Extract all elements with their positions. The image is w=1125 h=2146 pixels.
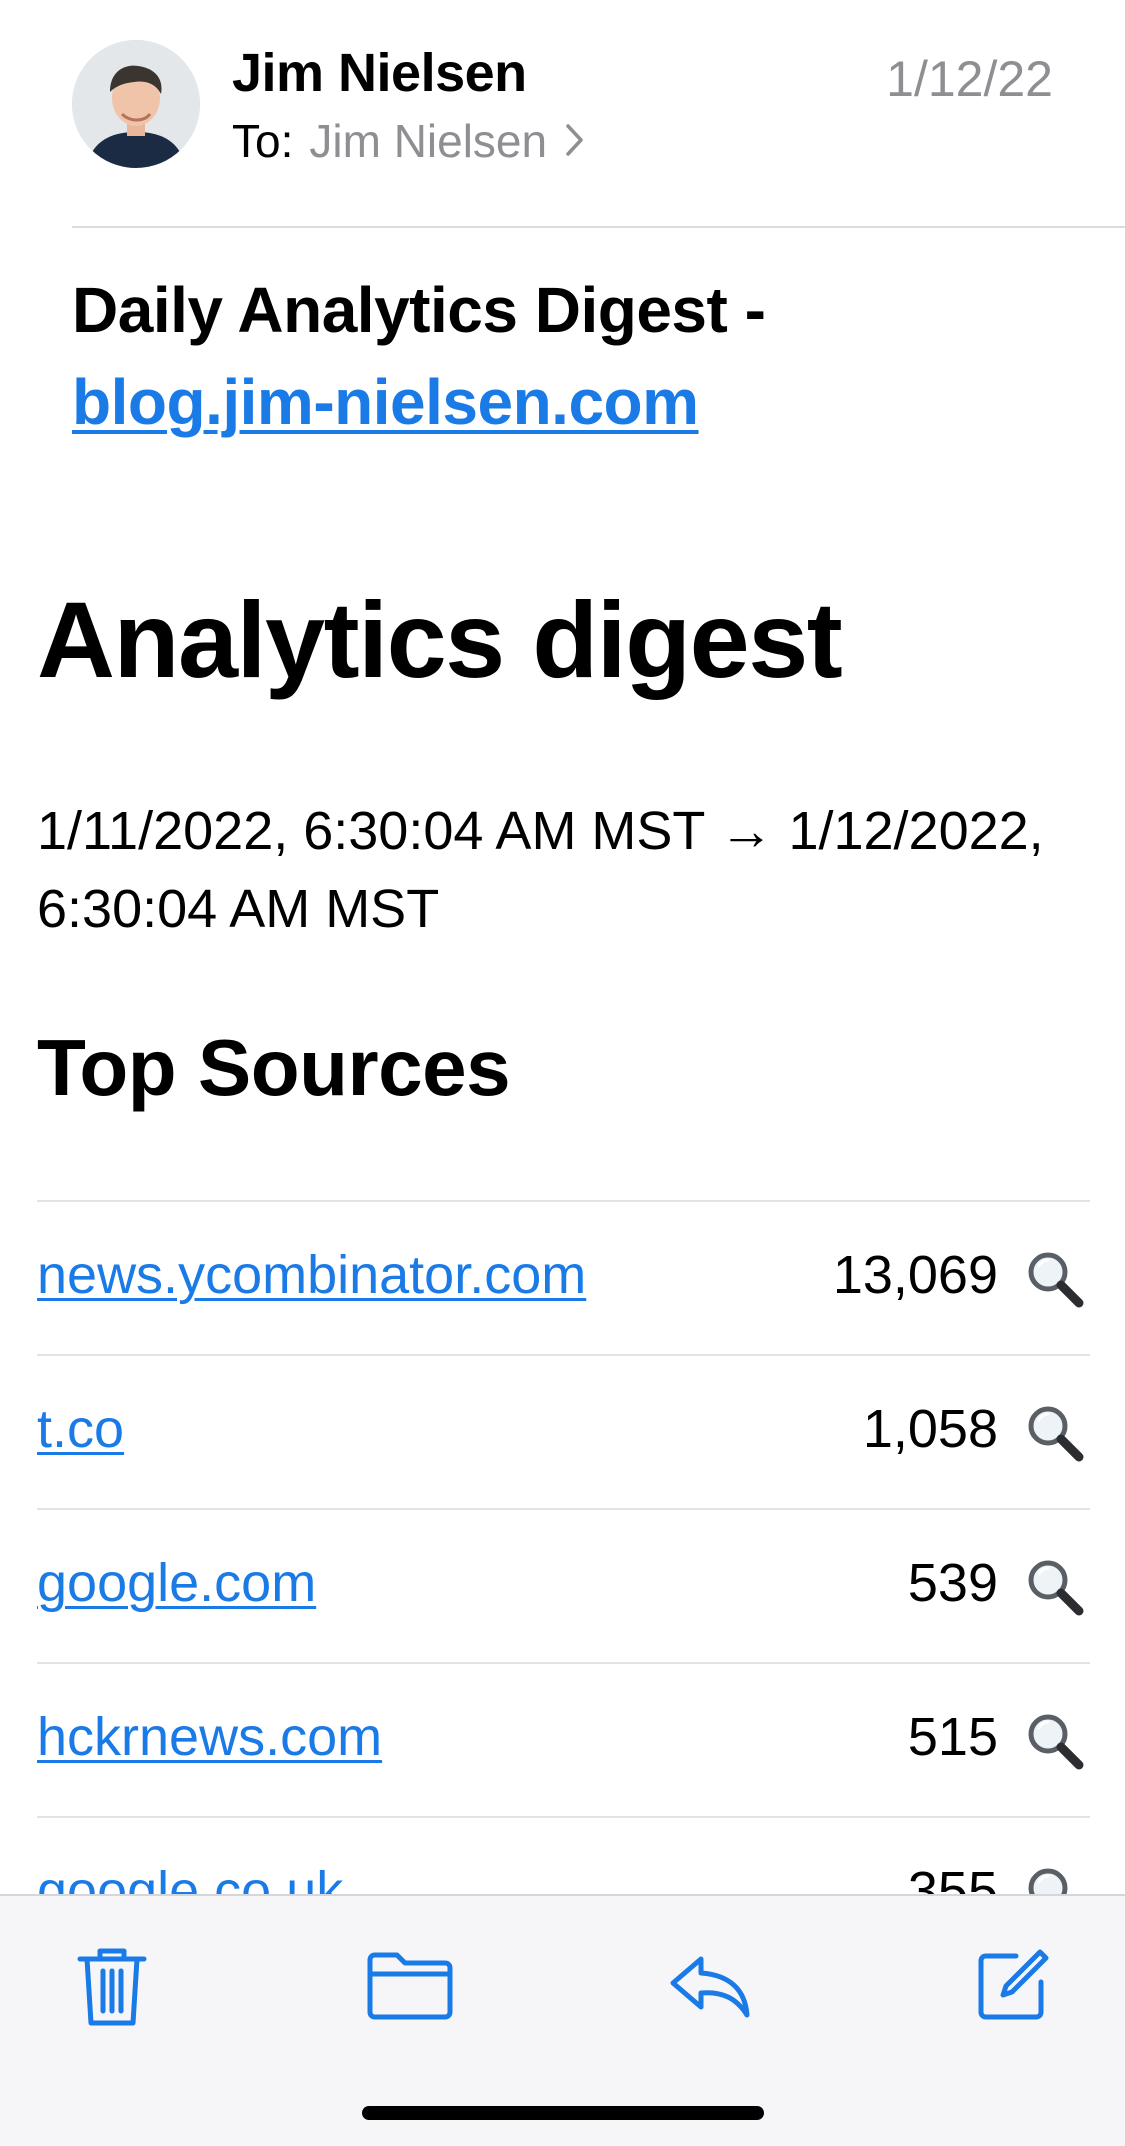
reply-icon — [670, 1956, 750, 2018]
source-link[interactable]: news.ycombinator.com — [37, 1244, 586, 1306]
avatar-photo — [72, 40, 200, 168]
source-count: 13,069 — [832, 1245, 998, 1305]
email-subject: Daily Analytics Digest - blog.jim-nielse… — [72, 264, 1072, 448]
compose-icon — [978, 1949, 1049, 2020]
trash-button[interactable] — [62, 1936, 162, 2036]
date-range: 1/11/2022, 6:30:04 AM MST → 1/12/2022, 6… — [37, 801, 1044, 939]
move-to-folder-button[interactable] — [360, 1936, 460, 2036]
recipient-prefix: To: — [232, 115, 294, 167]
trash-icon — [77, 1948, 147, 2026]
magnifier-icon[interactable] — [1024, 1556, 1086, 1618]
digest-title: Analytics digest — [37, 579, 843, 700]
recipient-line[interactable]: To: Jim Nielsen — [232, 114, 585, 168]
source-row: hckrnews.com 515 — [37, 1664, 1090, 1818]
source-count: 1,058 — [862, 1399, 998, 1459]
source-link[interactable]: google.com — [37, 1552, 316, 1614]
source-count: 515 — [907, 1707, 998, 1767]
source-row: google.com 539 — [37, 1510, 1090, 1664]
source-row: t.co 1,058 — [37, 1356, 1090, 1510]
chevron-right-icon[interactable] — [565, 114, 585, 168]
bottom-toolbar — [0, 1894, 1125, 2146]
recipient-name[interactable]: Jim Nielsen — [309, 114, 547, 168]
source-row: news.ycombinator.com 13,069 — [37, 1202, 1090, 1356]
email-header: Jim Nielsen To: Jim Nielsen 1/12/22 Dail… — [0, 0, 1125, 438]
reply-button[interactable] — [660, 1936, 760, 2036]
magnifier-icon[interactable] — [1024, 1402, 1086, 1464]
folder-icon — [367, 1952, 453, 2020]
subject-link[interactable]: blog.jim-nielsen.com — [72, 366, 699, 438]
sender-name[interactable]: Jim Nielsen — [232, 42, 527, 104]
subject-text: Daily Analytics Digest - — [72, 274, 766, 346]
divider — [72, 226, 1125, 228]
source-link[interactable]: t.co — [37, 1398, 124, 1460]
avatar[interactable] — [72, 40, 200, 168]
magnifier-icon[interactable] — [1024, 1248, 1086, 1310]
email-date: 1/12/22 — [886, 51, 1053, 107]
source-count: 539 — [907, 1553, 998, 1613]
source-link[interactable]: hckrnews.com — [37, 1706, 382, 1768]
compose-button[interactable] — [962, 1936, 1062, 2036]
home-indicator[interactable] — [362, 2106, 764, 2120]
magnifier-icon[interactable] — [1024, 1710, 1086, 1772]
top-sources-heading: Top Sources — [37, 1023, 511, 1112]
sources-table: news.ycombinator.com 13,069 t.co 1,058 googl… — [37, 1200, 1090, 1972]
email-body: Analytics digest 1/11/2022, 6:30:04 AM M… — [37, 560, 1090, 1972]
